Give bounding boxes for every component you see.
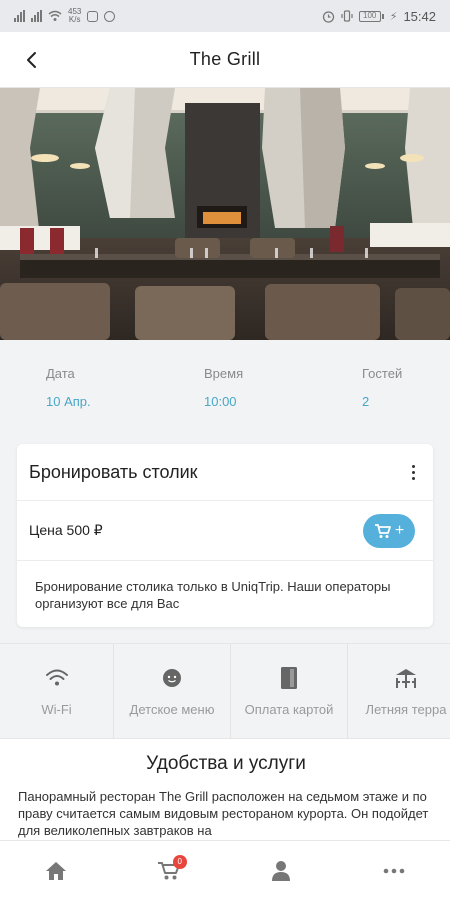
cart-badge: 0 xyxy=(172,854,187,869)
clock: 15:42 xyxy=(403,8,436,24)
nav-profile[interactable] xyxy=(251,851,311,891)
nav-home[interactable] xyxy=(26,851,86,891)
section-text: Панорамный ресторан The Grill расположен… xyxy=(18,789,429,838)
screen: 453 K/s 100 ⚡ 15:42 The Grill Дата 10 Ап… xyxy=(0,0,450,900)
app-header: The Grill xyxy=(0,32,450,88)
date-value: 10 Апр. xyxy=(46,394,91,409)
amenity-wifi: Wi-Fi xyxy=(0,644,114,738)
vibrate-icon xyxy=(341,10,353,22)
time-value: 10:00 xyxy=(204,394,237,409)
amenity-label: Оплата картой xyxy=(244,702,334,717)
amenity-kids-menu: Детское меню xyxy=(114,644,231,738)
amenity-summer-terrace: Летняя терра xyxy=(348,644,450,738)
restaurant-interior-image xyxy=(0,88,450,340)
guests-value: 2 xyxy=(362,394,370,409)
time-selector[interactable]: Время 10:00 xyxy=(204,366,362,420)
restaurant-photo xyxy=(0,88,450,340)
charging-icon: ⚡ xyxy=(389,10,398,23)
amenity-label: Детское меню xyxy=(129,702,215,717)
chevron-left-icon xyxy=(27,52,36,68)
nav-more[interactable] xyxy=(364,851,424,891)
signal-icon-2 xyxy=(31,10,42,22)
more-icon xyxy=(383,868,405,873)
card-title: Бронировать столик xyxy=(29,461,198,482)
instagram-notification-icon xyxy=(87,10,99,22)
net-speed: 453 K/s xyxy=(68,7,82,24)
at-notification-icon xyxy=(104,10,116,22)
nav-cart[interactable]: 0 xyxy=(139,851,199,891)
status-bar: 453 K/s 100 ⚡ 15:42 xyxy=(0,0,450,32)
card-payment-icon xyxy=(281,667,297,689)
card-description: Бронирование столика только в UniqTrip. … xyxy=(35,579,391,611)
amenity-card-payment: Оплата картой xyxy=(231,644,348,738)
amenity-label: Летняя терра xyxy=(365,702,447,717)
price-text: Цена 500 ₽ xyxy=(29,522,103,538)
price-row: Цена 500 ₽ + xyxy=(17,501,433,561)
summer-terrace-icon xyxy=(396,669,416,688)
wifi-status-icon xyxy=(48,10,62,21)
home-icon xyxy=(46,861,67,880)
alarm-icon xyxy=(322,10,334,23)
bottom-navigation: 0 xyxy=(0,840,450,900)
date-selector[interactable]: Дата 10 Апр. xyxy=(46,366,204,420)
reserve-table-card: Бронировать столик Цена 500 ₽ + Брониров… xyxy=(17,444,433,627)
cart-icon xyxy=(374,523,391,538)
back-button[interactable] xyxy=(20,48,44,72)
card-header: Бронировать столик xyxy=(17,444,433,501)
plus-icon: + xyxy=(394,521,405,539)
guests-selector[interactable]: Гостей 2 xyxy=(362,366,402,420)
more-options-icon[interactable] xyxy=(412,464,415,480)
battery-icon: 100 xyxy=(358,10,384,22)
kids-menu-icon xyxy=(163,669,181,687)
profile-icon xyxy=(272,860,291,881)
time-label: Время xyxy=(204,366,244,381)
guests-label: Гостей xyxy=(362,366,403,381)
date-label: Дата xyxy=(46,366,75,381)
add-to-cart-button[interactable]: + xyxy=(363,513,415,548)
page-title: The Grill xyxy=(189,49,261,69)
wifi-icon xyxy=(45,669,68,686)
amenity-label: Wi-Fi xyxy=(41,702,72,717)
signal-icon xyxy=(14,10,25,22)
booking-info-row: Дата 10 Апр. Время 10:00 Гостей 2 xyxy=(0,340,450,420)
amenities-strip[interactable]: Wi-Fi Детское меню Оплата картой Летняя … xyxy=(0,643,450,739)
section-title: Удобства и услуги xyxy=(146,753,306,774)
